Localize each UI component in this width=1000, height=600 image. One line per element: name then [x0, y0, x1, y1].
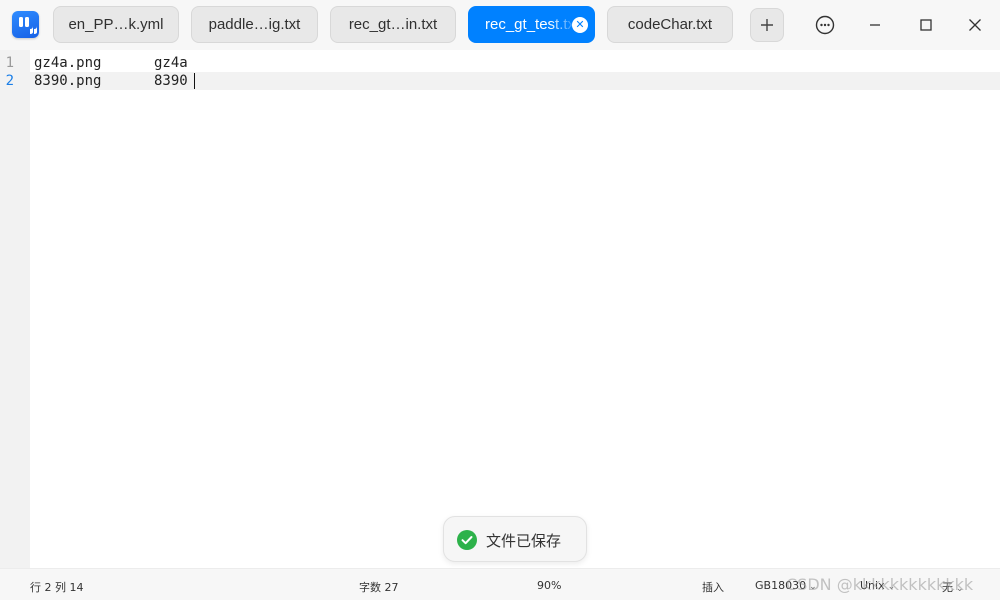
saved-toast: 文件已保存	[443, 516, 587, 562]
tab-rec-gt-test[interactable]: rec_gt_test.txt ✕	[468, 6, 595, 43]
minimize-button[interactable]	[857, 7, 893, 43]
tab-codechar-txt[interactable]: codeChar.txt	[607, 6, 733, 43]
text-editor[interactable]: gz4a.png gz4a 8390.png 8390	[30, 50, 1000, 568]
line-label: gz4a	[154, 55, 188, 71]
tab-rec-gt-train[interactable]: rec_gt…in.txt	[330, 6, 456, 43]
line-filename: 8390.png	[34, 73, 102, 89]
tab-label: rec_gt_test.txt	[485, 16, 577, 33]
tab-label: en_PP…k.yml	[68, 16, 164, 33]
tab-en-pp-yml[interactable]: en_PP…k.yml	[53, 6, 179, 43]
more-icon	[815, 15, 835, 35]
toast-message: 文件已保存	[486, 532, 562, 550]
close-window-button[interactable]	[957, 7, 993, 43]
check-circle-icon	[457, 530, 477, 550]
tab-label: paddle…ig.txt	[208, 16, 301, 33]
text-caret	[194, 73, 195, 89]
tab-label: codeChar.txt	[627, 16, 713, 33]
char-count: 字数 27	[359, 581, 399, 594]
editor-line[interactable]: gz4a.png gz4a	[34, 54, 188, 72]
tab-close-icon[interactable]: ✕	[572, 17, 588, 33]
tab-label: rec_gt…in.txt	[348, 16, 438, 33]
insert-mode[interactable]: 插入	[702, 579, 724, 595]
status-bar: 行 2 列 14 字数 27 90% 插入 GB18030 ⌄ Unix ⌄ 无 ⌄ …	[0, 568, 1000, 600]
maximize-button[interactable]	[908, 7, 944, 43]
line-number-current: 2	[5, 73, 14, 89]
editor-line-current[interactable]: 8390.png 8390	[34, 72, 195, 90]
line-number-gutter: 1 2	[0, 50, 30, 568]
line-label: 8390	[154, 73, 188, 89]
main-menu-button[interactable]	[807, 7, 843, 43]
watermark: CSDN @kkkkkkkkkkkkk	[786, 575, 974, 594]
maximize-icon	[920, 19, 932, 31]
cursor-position: 行 2 列 14	[30, 581, 84, 594]
title-bar: en_PP…k.yml paddle…ig.txt rec_gt…in.txt …	[0, 0, 1000, 50]
close-icon	[969, 19, 981, 31]
minimize-icon	[870, 24, 880, 26]
line-number: 1	[5, 55, 14, 71]
add-tab-button[interactable]	[750, 8, 784, 42]
tab-paddle-txt[interactable]: paddle…ig.txt	[191, 6, 318, 43]
plus-icon	[761, 19, 773, 31]
zoom-level[interactable]: 90%	[537, 579, 561, 592]
line-filename: gz4a.png	[34, 55, 102, 71]
app-logo-icon	[12, 11, 39, 38]
